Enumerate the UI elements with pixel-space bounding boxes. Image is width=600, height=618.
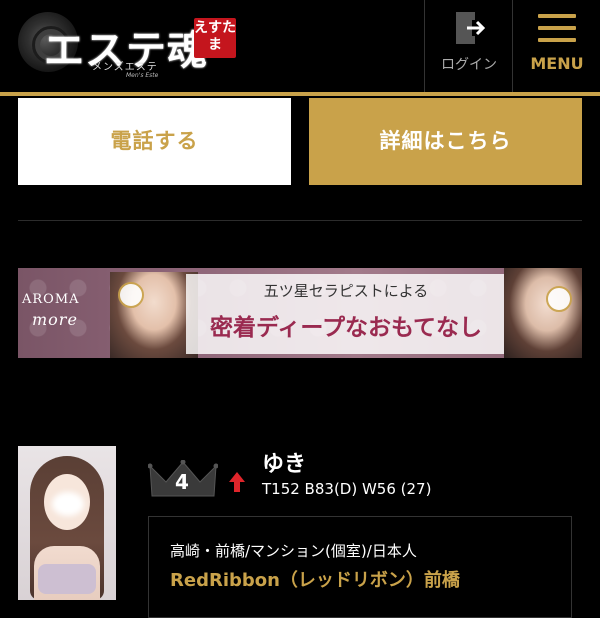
site-header: エステ魂 えすたま メンズエステ Men's Este ログイン MENU — [0, 0, 600, 92]
menu-label: MENU — [530, 54, 584, 73]
site-logo[interactable]: エステ魂 えすたま メンズエステ Men's Este — [14, 6, 254, 86]
login-label: ログイン — [441, 57, 497, 73]
shop-name-link[interactable]: RedRibbon（レッドリボン）前橋 — [170, 566, 460, 592]
badge-icon — [118, 282, 144, 308]
banner-brand-line1: AROMA — [22, 292, 80, 307]
banner-brand-line2: more — [32, 310, 78, 329]
banner-brand: AROMA more — [22, 290, 80, 330]
therapist-name[interactable]: ゆき — [262, 446, 306, 478]
badge-icon — [546, 286, 572, 312]
detail-button[interactable]: 詳細はこちら — [309, 98, 582, 185]
therapist-photo[interactable] — [18, 446, 116, 600]
call-button[interactable]: 電話する — [18, 98, 291, 185]
shop-area: 高崎・前橋/マンション(個室)/日本人 — [170, 542, 417, 560]
logo-subtitle-en: Men's Este — [126, 72, 159, 79]
section-divider — [18, 220, 582, 221]
logo-stamp: えすたま — [194, 18, 236, 58]
login-door-icon — [456, 12, 485, 44]
hamburger-menu-icon — [538, 14, 576, 42]
photo-lace — [38, 564, 96, 594]
banner-headline: 五ツ星セラピストによる — [263, 282, 429, 300]
rank-number: 4 — [175, 470, 189, 494]
therapist-stats: T152 B83(D) W56 (27) — [262, 480, 432, 498]
menu-button[interactable]: MENU — [512, 0, 600, 92]
login-button[interactable]: ログイン — [424, 0, 513, 92]
banner-therapist-photo-right — [504, 268, 582, 358]
header-gold-rule — [0, 92, 600, 96]
logo-subtitle: メンズエステ — [92, 62, 158, 73]
rank-up-arrow-icon — [229, 472, 245, 492]
ad-banner[interactable]: AROMA more 五ツ星セラピストによる 密着ディープなおもてなし — [18, 268, 582, 358]
photo-blur — [52, 492, 84, 516]
banner-tagline: 密着ディープなおもてなし — [209, 314, 483, 341]
